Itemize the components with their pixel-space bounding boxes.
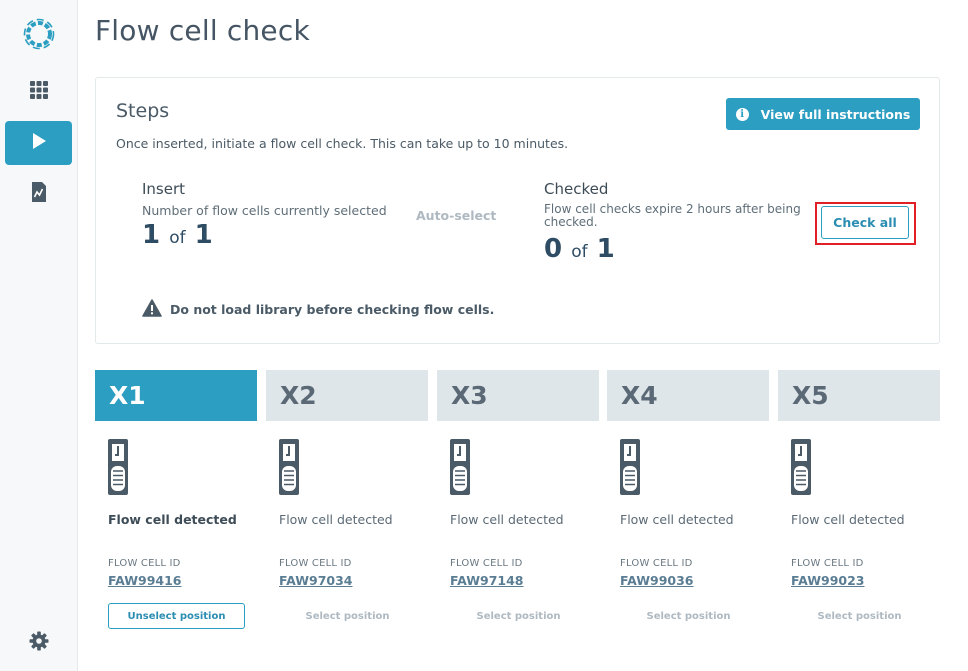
position-card-x1[interactable]: X1 Flow cell detected FLOW CELL ID FAW99…	[95, 370, 257, 660]
checked-done-count: 0	[544, 234, 563, 264]
insert-total-count: 1	[194, 220, 213, 250]
insert-description: Number of flow cells currently selected	[142, 203, 387, 218]
checked-title: Checked	[544, 180, 609, 198]
flow-cell-id-label: FLOW CELL ID	[450, 558, 523, 569]
report-icon	[30, 181, 48, 207]
checked-count: 0 of 1	[544, 234, 615, 264]
position-label: X5	[778, 370, 940, 421]
select-position-button[interactable]: Select position	[620, 603, 757, 629]
checked-total-count: 1	[596, 234, 615, 264]
gear-icon	[29, 631, 49, 655]
check-all-button[interactable]: Check all	[821, 206, 909, 239]
flow-cell-id-link[interactable]: FAW99036	[620, 573, 694, 588]
position-label: X2	[266, 370, 428, 421]
steps-description: Once inserted, initiate a flow cell chec…	[116, 136, 569, 151]
flow-cell-id-link[interactable]: FAW97034	[279, 573, 353, 588]
warning-message: Do not load library before checking flow…	[142, 299, 494, 320]
settings-button[interactable]	[5, 621, 72, 665]
checked-description: Flow cell checks expire 2 hours after be…	[544, 202, 801, 229]
warning-icon	[142, 299, 162, 320]
app-logo-icon[interactable]	[22, 17, 56, 51]
position-status: Flow cell detected	[108, 512, 237, 527]
play-icon	[30, 132, 48, 154]
sidebar-item-run[interactable]	[5, 121, 72, 165]
checked-of-label: of	[571, 242, 588, 262]
sidebar-item-reports[interactable]	[5, 172, 72, 216]
position-card-x5[interactable]: X5 Flow cell detected FLOW CELL ID FAW99…	[778, 370, 940, 660]
view-full-instructions-button[interactable]: i View full instructions	[726, 98, 920, 130]
position-status: Flow cell detected	[279, 512, 393, 527]
insert-count: 1 of 1	[142, 220, 213, 250]
position-card-x4[interactable]: X4 Flow cell detected FLOW CELL ID FAW99…	[607, 370, 769, 660]
auto-select-button[interactable]: Auto-select	[416, 208, 496, 223]
flow-cell-id-label: FLOW CELL ID	[620, 558, 693, 569]
flow-cell-id-link[interactable]: FAW99416	[108, 573, 182, 588]
position-label: X4	[607, 370, 769, 421]
flow-cell-icon	[619, 438, 641, 496]
grid-icon	[29, 80, 49, 104]
flow-cell-icon	[278, 438, 300, 496]
position-status: Flow cell detected	[620, 512, 734, 527]
page-title: Flow cell check	[95, 14, 310, 47]
flow-cell-icon	[107, 438, 129, 496]
flow-cell-id-link[interactable]: FAW97148	[450, 573, 524, 588]
steps-panel: Steps Once inserted, initiate a flow cel…	[95, 77, 940, 344]
position-status: Flow cell detected	[450, 512, 564, 527]
unselect-position-button[interactable]: Unselect position	[108, 603, 245, 629]
select-position-button[interactable]: Select position	[279, 603, 416, 629]
flow-cell-positions: X1 Flow cell detected FLOW CELL ID FAW99…	[95, 370, 940, 660]
flow-cell-id-label: FLOW CELL ID	[279, 558, 352, 569]
insert-selected-count: 1	[142, 220, 161, 250]
insert-of-label: of	[169, 228, 186, 248]
select-position-button[interactable]: Select position	[791, 603, 928, 629]
steps-title: Steps	[116, 100, 170, 122]
position-label: X3	[437, 370, 599, 421]
warning-text: Do not load library before checking flow…	[170, 302, 495, 317]
info-icon: i	[735, 107, 749, 121]
flow-cell-id-link[interactable]: FAW99023	[791, 573, 865, 588]
position-card-x3[interactable]: X3 Flow cell detected FLOW CELL ID FAW97…	[437, 370, 599, 660]
sidebar-item-apps[interactable]	[5, 70, 72, 114]
sidebar	[0, 0, 78, 671]
position-card-x2[interactable]: X2 Flow cell detected FLOW CELL ID FAW97…	[266, 370, 428, 660]
flow-cell-id-label: FLOW CELL ID	[108, 558, 181, 569]
flow-cell-icon	[449, 438, 471, 496]
insert-title: Insert	[142, 180, 186, 198]
position-status: Flow cell detected	[791, 512, 905, 527]
flow-cell-icon	[790, 438, 812, 496]
select-position-button[interactable]: Select position	[450, 603, 587, 629]
view-full-instructions-label: View full instructions	[760, 106, 911, 122]
position-label: X1	[95, 370, 257, 421]
flow-cell-id-label: FLOW CELL ID	[791, 558, 864, 569]
